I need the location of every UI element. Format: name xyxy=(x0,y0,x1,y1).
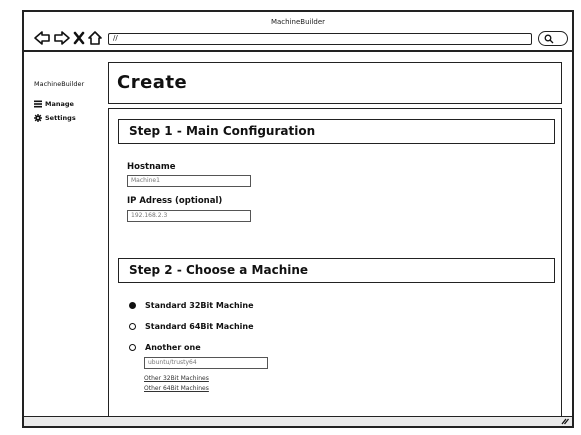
option-32bit[interactable]: Standard 32Bit Machine xyxy=(129,301,254,310)
option-another[interactable]: Another one xyxy=(129,343,201,352)
page-header: Create xyxy=(108,62,562,104)
status-bar xyxy=(24,416,572,426)
main-content: Step 1 - Main Configuration Hostname Mac… xyxy=(108,108,562,418)
ip-label: IP Adress (optional) xyxy=(127,196,223,206)
hostname-label: Hostname xyxy=(127,162,176,172)
option-label: Another one xyxy=(145,343,201,352)
option-label: Standard 64Bit Machine xyxy=(145,322,254,331)
home-icon[interactable] xyxy=(88,31,102,45)
other-machine-input[interactable]: ubuntu/trusty64 xyxy=(144,357,268,369)
browser-window: MachineBuilder // MachineBuilder Manage … xyxy=(22,10,574,428)
page-title: Create xyxy=(117,72,188,93)
title-bar: MachineBuilder // xyxy=(24,12,572,52)
forward-icon[interactable] xyxy=(54,31,70,45)
window-title: MachineBuilder xyxy=(270,18,326,26)
sidebar-item-manage[interactable]: Manage xyxy=(34,100,74,108)
sidebar-brand: MachineBuilder xyxy=(34,80,85,88)
step2-header: Step 2 - Choose a Machine xyxy=(118,258,555,283)
nav-controls xyxy=(33,29,113,47)
link-other-64bit[interactable]: Other 64Bit Machines xyxy=(144,385,209,392)
address-bar[interactable]: // xyxy=(108,33,532,45)
search-icon xyxy=(544,34,554,44)
back-icon[interactable] xyxy=(34,31,50,45)
page: MachineBuilder // MachineBuilder Manage … xyxy=(0,0,581,435)
resize-handle-icon[interactable] xyxy=(561,418,569,425)
gear-icon xyxy=(34,114,42,122)
radio-button[interactable] xyxy=(129,323,136,330)
sidebar: MachineBuilder Manage Settings xyxy=(24,52,108,416)
ip-input[interactable]: 192.168.2.3 xyxy=(127,210,251,222)
link-other-32bit[interactable]: Other 32Bit Machines xyxy=(144,375,209,382)
sidebar-item-label: Settings xyxy=(45,114,76,122)
list-icon xyxy=(34,100,42,108)
option-label: Standard 32Bit Machine xyxy=(145,301,254,310)
hostname-input[interactable]: Machine1 xyxy=(127,175,251,187)
step1-title: Step 1 - Main Configuration xyxy=(129,124,316,138)
sidebar-item-settings[interactable]: Settings xyxy=(34,114,76,122)
step2-title: Step 2 - Choose a Machine xyxy=(129,263,309,277)
search-button[interactable] xyxy=(538,31,568,46)
radio-button-selected[interactable] xyxy=(129,302,136,309)
close-icon[interactable] xyxy=(73,31,85,45)
option-64bit[interactable]: Standard 64Bit Machine xyxy=(129,322,254,331)
step1-header: Step 1 - Main Configuration xyxy=(118,119,555,144)
sidebar-item-label: Manage xyxy=(45,100,74,108)
radio-button[interactable] xyxy=(129,344,136,351)
